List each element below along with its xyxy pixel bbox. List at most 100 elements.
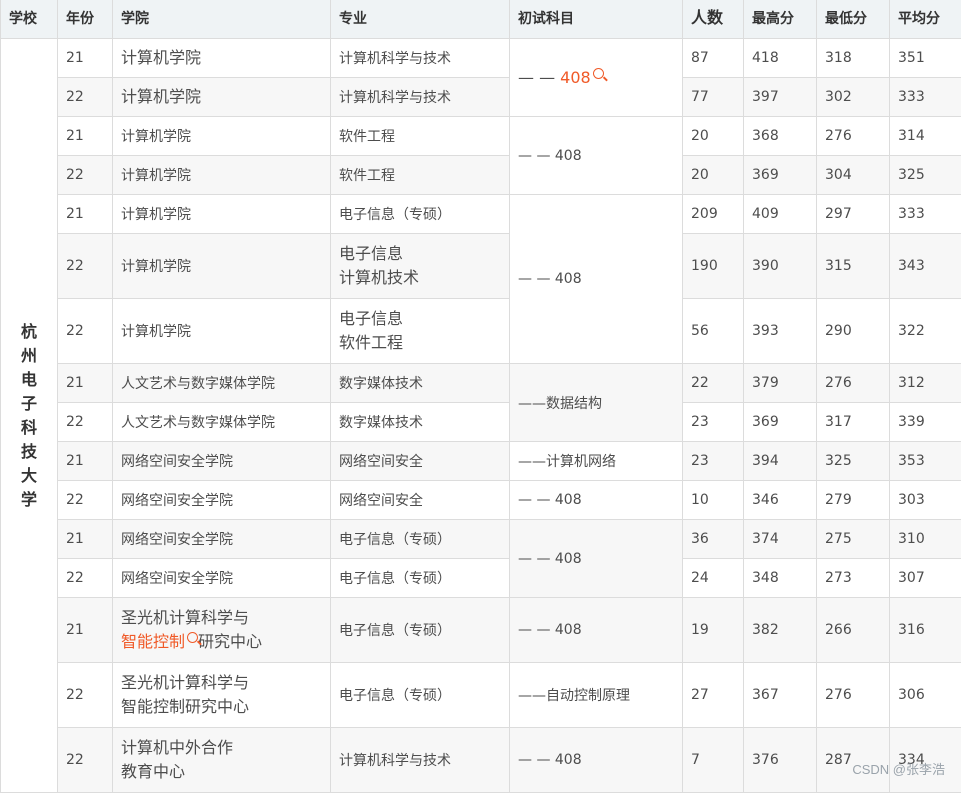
avg-cell: 339 [890,403,961,442]
min-cell: 276 [817,663,890,728]
subject-prefix: — — [518,68,560,87]
csdn-watermark: CSDN @张李浩 [852,759,945,778]
min-cell: 276 [817,364,890,403]
header-major: 专业 [331,0,510,39]
major-cell: 计算机科学与技术 [331,39,510,78]
table-row: 22 人文艺术与数字媒体学院 数字媒体技术 23 369 317 339 [1,403,961,442]
major-cell: 电子信息（专硕） [331,195,510,234]
subject-cell: ——自动控制原理 [510,663,683,728]
college-cell: 网络空间安全学院 [113,520,331,559]
avg-cell: 316 [890,598,961,663]
min-cell: 279 [817,481,890,520]
table-row: 21 人文艺术与数字媒体学院 数字媒体技术 ——数据结构 22 379 276 … [1,364,961,403]
header-row: 学校 年份 学院 专业 初试科目 人数 最高分 最低分 平均分 [1,0,961,39]
min-cell: 318 [817,39,890,78]
search-icon[interactable] [593,68,604,79]
table-row: 22 圣光机计算科学与智能控制研究中心 电子信息（专硕） ——自动控制原理 27… [1,663,961,728]
major-cell: 计算机科学与技术 [331,728,510,793]
avg-cell: 353 [890,442,961,481]
major-cell: 计算机科学与技术 [331,78,510,117]
table-row: 22 计算机学院 软件工程 20 369 304 325 [1,156,961,195]
subject-cell: — — 408 [510,481,683,520]
avg-cell: 325 [890,156,961,195]
count-cell: 190 [683,234,744,299]
subject-cell: — — 408 [510,520,683,598]
avg-cell: 310 [890,520,961,559]
max-cell: 348 [744,559,817,598]
avg-cell: 343 [890,234,961,299]
year-cell: 22 [58,156,113,195]
header-year: 年份 [58,0,113,39]
subject-cell: — — 408 [510,728,683,793]
major-cell: 软件工程 [331,117,510,156]
major-line: 软件工程 [339,331,501,355]
school-name: 杭州电子科技大学 [20,320,38,512]
max-cell: 369 [744,156,817,195]
college-cell: 网络空间安全学院 [113,442,331,481]
max-cell: 394 [744,442,817,481]
year-cell: 22 [58,559,113,598]
avg-cell: 307 [890,559,961,598]
college-cell: 网络空间安全学院 [113,559,331,598]
table-row: 杭州电子科技大学 21 计算机学院 计算机科学与技术 — — 408 87 41… [1,39,961,78]
major-cell: 电子信息（专硕） [331,520,510,559]
count-cell: 23 [683,403,744,442]
search-icon[interactable] [187,632,198,643]
major-cell: 电子信息计算机技术 [331,234,510,299]
year-cell: 22 [58,728,113,793]
school-cell: 杭州电子科技大学 [1,39,58,793]
min-cell: 315 [817,234,890,299]
max-cell: 369 [744,403,817,442]
count-cell: 87 [683,39,744,78]
count-cell: 56 [683,299,744,364]
max-cell: 367 [744,663,817,728]
subject-cell: — — 408 [510,195,683,364]
college-line: 圣光机计算科学与 [121,671,322,695]
major-cell: 电子信息软件工程 [331,299,510,364]
subject-cell: — — 408 [510,598,683,663]
max-cell: 382 [744,598,817,663]
college-link[interactable]: 智能控制 [121,632,185,651]
min-cell: 302 [817,78,890,117]
college-cell: 圣光机计算科学与智能控制研究中心 [113,598,331,663]
avg-cell: 333 [890,78,961,117]
table-row: 22 网络空间安全学院 电子信息（专硕） 24 348 273 307 [1,559,961,598]
college-cell: 圣光机计算科学与智能控制研究中心 [113,663,331,728]
header-count: 人数 [683,0,744,39]
header-school: 学校 [1,0,58,39]
year-cell: 22 [58,403,113,442]
header-min: 最低分 [817,0,890,39]
major-cell: 数字媒体技术 [331,403,510,442]
count-cell: 36 [683,520,744,559]
major-cell: 电子信息（专硕） [331,559,510,598]
year-cell: 21 [58,39,113,78]
college-cell: 计算机学院 [113,78,331,117]
min-cell: 266 [817,598,890,663]
min-cell: 317 [817,403,890,442]
avg-cell: 314 [890,117,961,156]
table-row: 21 圣光机计算科学与智能控制研究中心 电子信息（专硕） — — 408 19 … [1,598,961,663]
college-line: 计算机中外合作 [121,736,322,760]
count-cell: 22 [683,364,744,403]
header-college: 学院 [113,0,331,39]
college-cell: 计算机中外合作教育中心 [113,728,331,793]
table-row: 22 计算机学院 电子信息软件工程 56 393 290 322 [1,299,961,364]
min-cell: 273 [817,559,890,598]
major-line: 电子信息 [339,307,501,331]
college-cell: 计算机学院 [113,195,331,234]
subject-link-408[interactable]: 408 [560,68,591,87]
college-cell: 人文艺术与数字媒体学院 [113,403,331,442]
college-cell: 计算机学院 [113,234,331,299]
subject-cell: ——数据结构 [510,364,683,442]
year-cell: 22 [58,234,113,299]
college-cell: 计算机学院 [113,299,331,364]
year-cell: 21 [58,364,113,403]
table-row: 22 计算机学院 电子信息计算机技术 190 390 315 343 [1,234,961,299]
table-row: 21 网络空间安全学院 电子信息（专硕） — — 408 36 374 275 … [1,520,961,559]
table-row: 21 计算机学院 电子信息（专硕） — — 408 209 409 297 33… [1,195,961,234]
max-cell: 368 [744,117,817,156]
college-cell: 计算机学院 [113,39,331,78]
count-cell: 24 [683,559,744,598]
count-cell: 77 [683,78,744,117]
table-row: 21 网络空间安全学院 网络空间安全 ——计算机网络 23 394 325 35… [1,442,961,481]
